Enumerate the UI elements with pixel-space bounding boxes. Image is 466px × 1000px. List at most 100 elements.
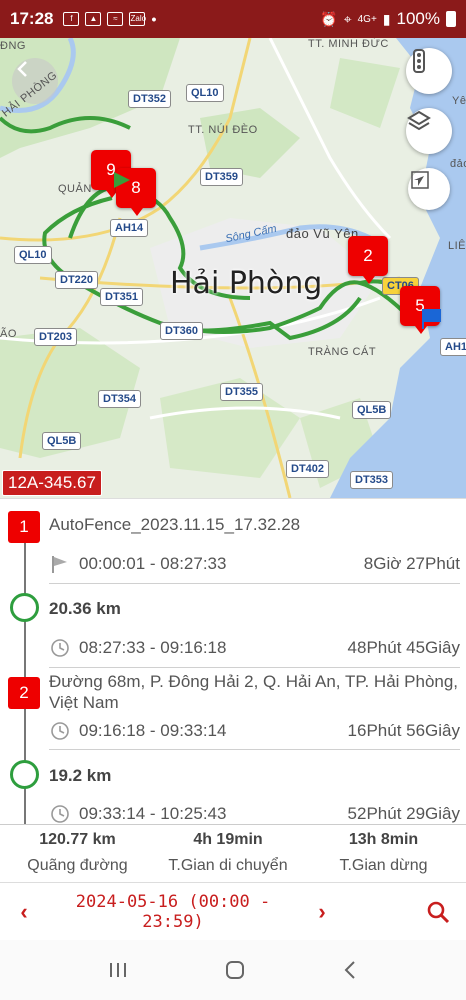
stop-number-badge: 1	[8, 511, 40, 543]
my-location-button[interactable]	[408, 168, 450, 210]
search-icon	[427, 901, 450, 923]
route-node-circle	[10, 593, 39, 622]
duration: 52Phút 29Giây	[347, 804, 460, 823]
trip-timeline-list[interactable]: 1 AutoFence_2023.11.15_17.32.28 00:00:01…	[0, 498, 466, 824]
place-label: TRÀNG CÁT	[308, 346, 377, 358]
traffic-light-icon	[413, 49, 425, 73]
location-icon: ⌖	[343, 10, 352, 27]
search-button[interactable]	[424, 898, 452, 926]
road-label: DT352	[128, 90, 172, 108]
map-layers-button[interactable]	[406, 108, 452, 154]
place-label: QUẢN	[58, 183, 92, 195]
end-flag-icon	[422, 309, 441, 329]
chevron-left-icon	[17, 61, 27, 77]
time-range: 00:00:01 - 08:27:33	[79, 554, 227, 573]
vehicle-plate-badge: 12A-345.67	[2, 470, 102, 496]
map-view[interactable]: DT352 QL10 DT359 AH14 QL10 DT220 DT351 D…	[0, 38, 466, 498]
road-label: DT203	[34, 328, 78, 346]
stop-number-badge: 2	[8, 677, 40, 709]
duration: 48Phút 45Giây	[347, 638, 460, 657]
road-label: AH1	[440, 338, 466, 356]
clock-icon	[49, 803, 71, 824]
time-range: 08:27:33 - 09:16:18	[79, 638, 227, 657]
time-range: 09:16:18 - 09:33:14	[79, 721, 227, 740]
road-label: QL10	[14, 246, 52, 264]
home-icon[interactable]	[223, 958, 247, 982]
summary-stop-time: 13h 8min T.Gian dừng	[301, 825, 466, 882]
start-flag-icon	[114, 172, 130, 188]
battery-icon	[446, 11, 456, 27]
place-label: đảo	[450, 158, 466, 170]
place-label: TT. NÚI ĐÈO	[188, 124, 258, 136]
move-time-row: 09:33:14 - 10:25:43 52Phút 29Giây	[49, 803, 460, 824]
divider	[49, 749, 460, 750]
back-icon[interactable]	[340, 958, 360, 982]
layers-icon	[407, 110, 431, 131]
duration: 16Phút 56Giây	[347, 721, 460, 740]
road-label: DT359	[200, 168, 244, 186]
zalo-icon: Zalo	[129, 12, 146, 26]
road-label: QL5B	[42, 432, 82, 450]
road-label: QL5B	[352, 401, 392, 419]
previous-day-button[interactable]: ‹	[0, 899, 48, 925]
image-icon: ▲	[85, 12, 102, 26]
road-label: DT354	[98, 390, 142, 408]
summary-distance: 120.77 km Quãng đường	[0, 825, 155, 882]
summary-distance-value: 120.77 km	[39, 831, 116, 848]
facebook-icon: f	[63, 12, 80, 26]
status-bar: 17:28 f ▲ ≈ Zalo • ⏰ ⌖ 4G+ ▮ 100%	[0, 0, 466, 38]
summary-stop-value: 13h 8min	[348, 831, 419, 848]
stop-time-row: 00:00:01 - 08:27:33 8Giờ 27Phút	[49, 553, 460, 575]
map-marker-stop[interactable]: 2	[348, 236, 388, 284]
stop-time-row: 09:16:18 - 09:33:14 16Phút 56Giây	[49, 720, 460, 742]
place-label: LIÊ	[448, 240, 466, 252]
alarm-icon: ⏰	[320, 10, 338, 27]
summary-stop-label: T.Gian dừng	[339, 857, 428, 874]
notification-icons: f ▲ ≈ Zalo •	[63, 11, 156, 27]
status-time: 17:28	[10, 9, 54, 28]
road-label: AH14	[110, 219, 149, 237]
road-label: DT353	[350, 471, 394, 489]
city-label: Hải Phòng	[170, 266, 323, 301]
place-label: ĐNG	[0, 40, 26, 52]
duration: 8Giờ 27Phút	[363, 554, 460, 573]
road-label: QL10	[186, 84, 224, 102]
move-distance[interactable]: 19.2 km	[49, 766, 111, 786]
summary-moving-time: 4h 19min T.Gian di chuyển	[155, 825, 301, 882]
recent-apps-icon[interactable]	[106, 960, 130, 980]
divider	[49, 667, 460, 668]
traffic-toggle-button[interactable]	[406, 48, 452, 94]
move-time-row: 08:27:33 - 09:16:18 48Phút 45Giây	[49, 637, 460, 659]
navigation-arrow-icon	[411, 171, 429, 189]
flag-icon	[49, 553, 71, 575]
road-label: DT402	[286, 460, 330, 478]
divider	[49, 583, 460, 584]
road-label: DT355	[220, 383, 264, 401]
clock-icon	[49, 637, 71, 659]
date-navigation-bar: ‹ 2024-05-16 (00:00 - 23:59) ›	[0, 882, 466, 940]
summary-moving-value: 4h 19min	[193, 831, 263, 848]
summary-moving-label: T.Gian di chuyển	[168, 857, 288, 874]
signal-icon: ▮	[382, 10, 391, 27]
date-range-selector[interactable]: 2024-05-16 (00:00 - 23:59)	[48, 892, 298, 932]
place-label: ÃO	[0, 328, 17, 340]
route-node-circle	[10, 760, 39, 789]
trip-summary: 120.77 km Quãng đường 4h 19min T.Gian di…	[0, 824, 466, 882]
next-day-button[interactable]: ›	[298, 899, 346, 925]
dot-icon: •	[151, 11, 157, 27]
system-navigation-bar	[0, 940, 466, 1000]
time-range: 09:33:14 - 10:25:43	[79, 804, 227, 823]
place-label: TT. MINH ĐỨC	[308, 38, 389, 50]
road-label: DT220	[55, 271, 99, 289]
stop-title[interactable]: AutoFence_2023.11.15_17.32.28	[49, 515, 300, 535]
place-label: Yê	[452, 95, 466, 107]
road-label: DT351	[100, 288, 144, 306]
clock-icon	[49, 720, 71, 742]
road-label: DT360	[160, 322, 204, 340]
summary-distance-label: Quãng đường	[27, 857, 128, 874]
network-type: 4G+	[357, 13, 377, 25]
battery-level: 100%	[396, 9, 440, 28]
rss-icon: ≈	[107, 12, 124, 26]
move-distance[interactable]: 20.36 km	[49, 599, 121, 619]
stop-title[interactable]: Đường 68m, P. Đông Hải 2, Q. Hải An, TP.…	[49, 671, 460, 713]
